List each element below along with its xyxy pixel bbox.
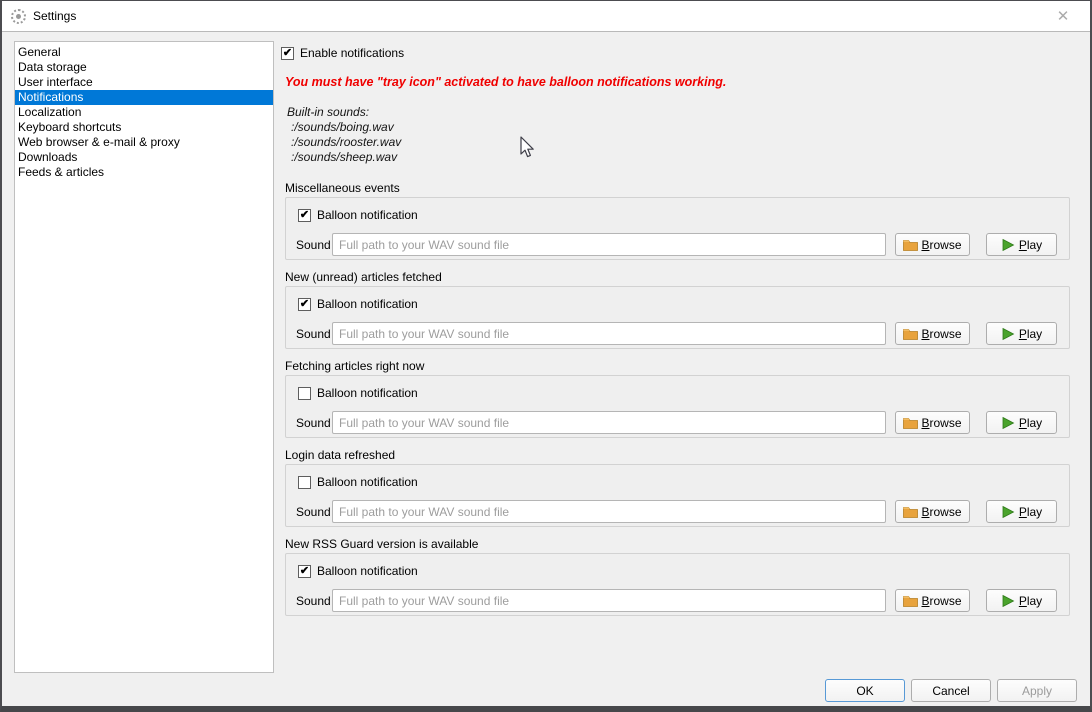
notification-event-section: New RSS Guard version is available ✔ Bal… [279, 537, 1073, 616]
sidebar-item-general[interactable]: General [15, 45, 273, 60]
section-groupbox: ✔ Balloon notification Sound Browse [285, 375, 1070, 438]
sidebar-item-keyboard-shortcuts[interactable]: Keyboard shortcuts [15, 120, 273, 135]
sidebar-item-web-browser[interactable]: Web browser & e-mail & proxy [15, 135, 273, 150]
play-icon [1001, 505, 1015, 519]
sound-path-input[interactable] [332, 411, 886, 434]
sound-label: Sound [296, 416, 332, 430]
notifications-panel: ✔ Enable notifications You must have "tr… [279, 41, 1073, 626]
balloon-notification-label: Balloon notification [317, 475, 418, 489]
section-title: New RSS Guard version is available [285, 537, 1073, 553]
sound-label: Sound [296, 594, 332, 608]
folder-icon [903, 327, 918, 340]
balloon-notification-row: ✔ Balloon notification [298, 208, 418, 222]
section-groupbox: ✔ Balloon notification Sound Browse [285, 197, 1070, 260]
play-icon [1001, 416, 1015, 430]
section-title: Miscellaneous events [285, 181, 1073, 197]
titlebar: Settings ✕ [2, 1, 1090, 32]
ok-button[interactable]: OK [825, 679, 905, 702]
section-title: New (unread) articles fetched [285, 270, 1073, 286]
browse-button[interactable]: Browse [895, 322, 970, 345]
play-icon [1001, 238, 1015, 252]
balloon-notification-label: Balloon notification [317, 208, 418, 222]
sidebar-item-localization[interactable]: Localization [15, 105, 273, 120]
balloon-notification-checkbox[interactable]: ✔ [298, 387, 311, 400]
sidebar-item-downloads[interactable]: Downloads [15, 150, 273, 165]
folder-icon [903, 416, 918, 429]
play-button[interactable]: Play [986, 322, 1057, 345]
browse-button[interactable]: Browse [895, 411, 970, 434]
section-groupbox: ✔ Balloon notification Sound Browse [285, 553, 1070, 616]
enable-notifications-checkbox[interactable]: ✔ [281, 47, 294, 60]
notification-event-section: Miscellaneous events ✔ Balloon notificat… [279, 181, 1073, 260]
browse-button[interactable]: Browse [895, 500, 970, 523]
balloon-notification-checkbox[interactable]: ✔ [298, 209, 311, 222]
cancel-button[interactable]: Cancel [911, 679, 991, 702]
section-title: Fetching articles right now [285, 359, 1073, 375]
sound-path-input[interactable] [332, 500, 886, 523]
notification-event-sections: Miscellaneous events ✔ Balloon notificat… [279, 181, 1073, 616]
folder-icon [903, 594, 918, 607]
notification-event-section: Fetching articles right now ✔ Balloon no… [279, 359, 1073, 438]
window-title: Settings [33, 9, 76, 23]
builtin-sounds-block: Built-in sounds: :/sounds/boing.wav :/so… [287, 105, 1073, 165]
builtin-sound-path: :/sounds/boing.wav [287, 120, 1073, 135]
sidebar-item-data-storage[interactable]: Data storage [15, 60, 273, 75]
balloon-notification-checkbox[interactable]: ✔ [298, 565, 311, 578]
sound-row: Sound Browse Play [296, 589, 1057, 612]
sound-path-input[interactable] [332, 589, 886, 612]
balloon-notification-row: ✔ Balloon notification [298, 475, 418, 489]
enable-notifications-row: ✔ Enable notifications [281, 46, 1073, 60]
folder-icon [903, 238, 918, 251]
balloon-notification-label: Balloon notification [317, 297, 418, 311]
play-button[interactable]: Play [986, 500, 1057, 523]
sidebar-item-notifications[interactable]: Notifications [15, 90, 273, 105]
builtin-sounds-title: Built-in sounds: [287, 105, 1073, 120]
sound-row: Sound Browse Play [296, 233, 1057, 256]
play-button[interactable]: Play [986, 233, 1057, 256]
play-button[interactable]: Play [986, 411, 1057, 434]
play-icon [1001, 594, 1015, 608]
builtin-sound-path: :/sounds/sheep.wav [287, 150, 1073, 165]
folder-icon [903, 505, 918, 518]
browse-button[interactable]: Browse [895, 233, 970, 256]
tray-icon-warning: You must have "tray icon" activated to h… [285, 75, 1073, 89]
sound-row: Sound Browse Play [296, 411, 1057, 434]
browse-button[interactable]: Browse [895, 589, 970, 612]
enable-notifications-label: Enable notifications [300, 46, 404, 60]
sound-row: Sound Browse Play [296, 500, 1057, 523]
sound-row: Sound Browse Play [296, 322, 1057, 345]
balloon-notification-row: ✔ Balloon notification [298, 386, 418, 400]
balloon-notification-row: ✔ Balloon notification [298, 564, 418, 578]
sound-label: Sound [296, 505, 332, 519]
apply-button[interactable]: Apply [997, 679, 1077, 702]
sound-label: Sound [296, 327, 332, 341]
balloon-notification-label: Balloon notification [317, 564, 418, 578]
settings-window: Settings ✕ General Data storage User int… [0, 0, 1092, 712]
close-icon[interactable]: ✕ [1054, 8, 1072, 26]
notification-event-section: New (unread) articles fetched ✔ Balloon … [279, 270, 1073, 349]
sidebar-item-user-interface[interactable]: User interface [15, 75, 273, 90]
sidebar-item-feeds-articles[interactable]: Feeds & articles [15, 165, 273, 180]
settings-gear-icon [11, 9, 26, 24]
section-groupbox: ✔ Balloon notification Sound Browse [285, 464, 1070, 527]
balloon-notification-checkbox[interactable]: ✔ [298, 476, 311, 489]
balloon-notification-label: Balloon notification [317, 386, 418, 400]
play-button[interactable]: Play [986, 589, 1057, 612]
sound-path-input[interactable] [332, 322, 886, 345]
builtin-sound-path: :/sounds/rooster.wav [287, 135, 1073, 150]
settings-category-list: General Data storage User interface Noti… [14, 41, 274, 673]
balloon-notification-checkbox[interactable]: ✔ [298, 298, 311, 311]
sound-path-input[interactable] [332, 233, 886, 256]
balloon-notification-row: ✔ Balloon notification [298, 297, 418, 311]
section-groupbox: ✔ Balloon notification Sound Browse [285, 286, 1070, 349]
notification-event-section: Login data refreshed ✔ Balloon notificat… [279, 448, 1073, 527]
dialog-buttons: OK Cancel Apply [825, 679, 1077, 702]
section-title: Login data refreshed [285, 448, 1073, 464]
play-icon [1001, 327, 1015, 341]
sound-label: Sound [296, 238, 332, 252]
